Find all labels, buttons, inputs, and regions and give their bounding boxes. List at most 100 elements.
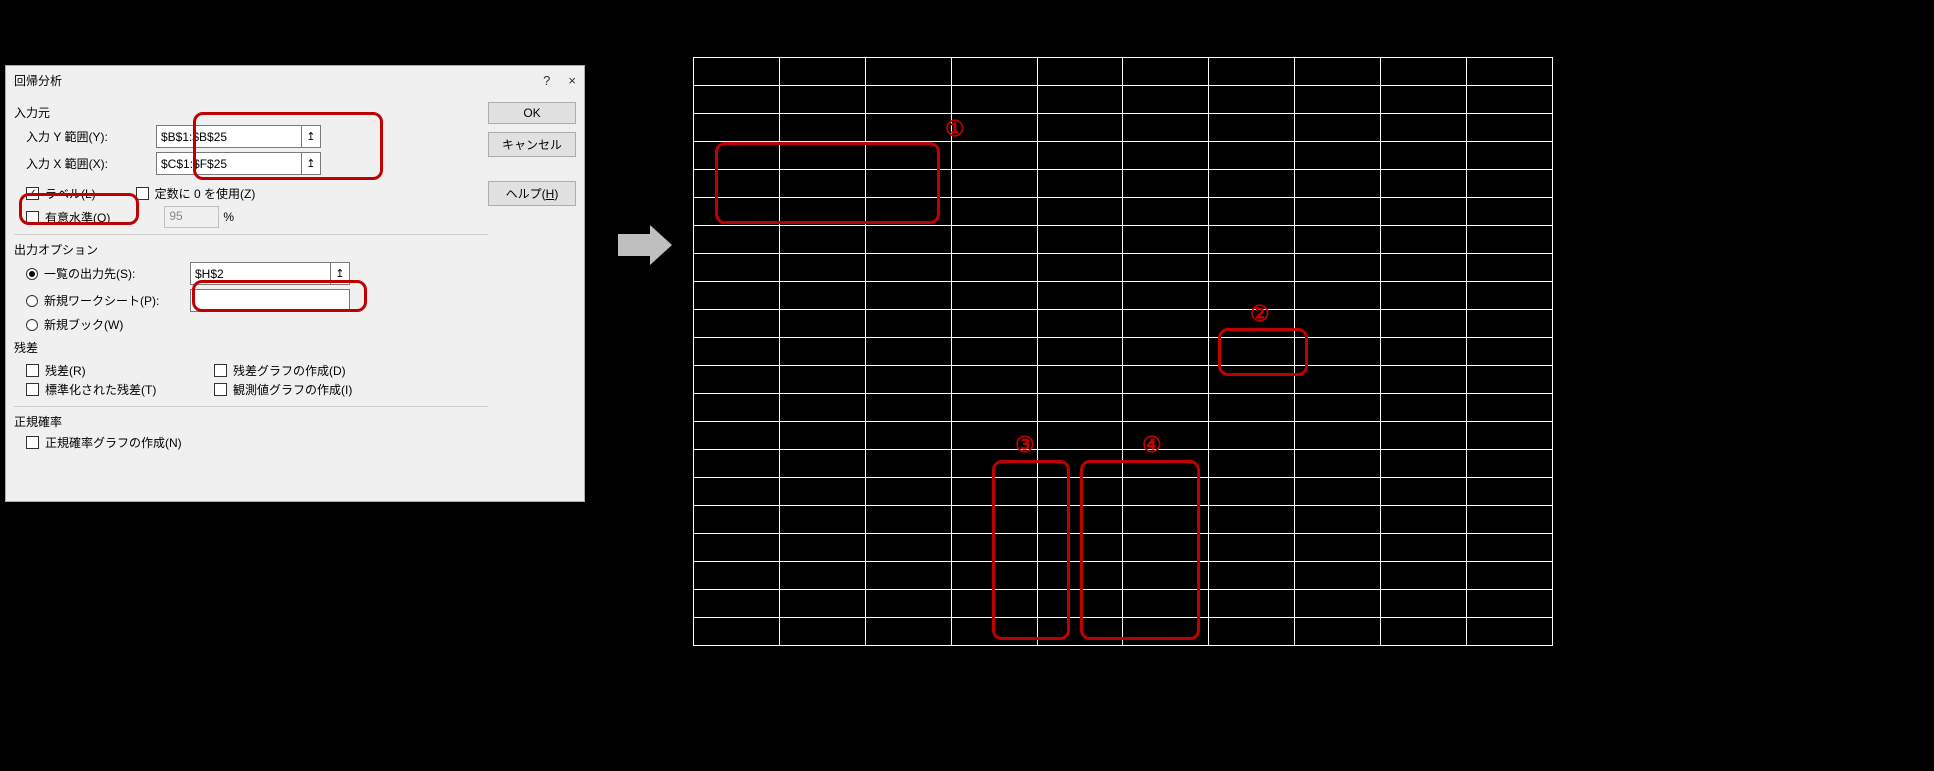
- grid-cell: [865, 282, 951, 310]
- output-range-input[interactable]: ↥: [190, 262, 350, 285]
- grid-cell: [779, 310, 865, 338]
- grid-cell: [865, 310, 951, 338]
- grid-cell: [1209, 450, 1295, 478]
- grid-cell: [1381, 226, 1467, 254]
- close-icon[interactable]: ×: [568, 73, 576, 88]
- grid-cell: [1209, 506, 1295, 534]
- grid-cell: [1467, 590, 1553, 618]
- grid-cell: [1467, 618, 1553, 646]
- grid-cell: [1381, 450, 1467, 478]
- grid-cell: [1209, 114, 1295, 142]
- grid-cell: [694, 310, 780, 338]
- new-ws-radio[interactable]: [26, 295, 38, 307]
- grid-cell: [1467, 86, 1553, 114]
- grid-cell: [951, 170, 1037, 198]
- grid-cell: [779, 170, 865, 198]
- grid-cell: [779, 618, 865, 646]
- grid-cell: [779, 198, 865, 226]
- grid-cell: [1467, 114, 1553, 142]
- grid-cell: [779, 282, 865, 310]
- grid-cell: [694, 534, 780, 562]
- new-wb-label: 新規ブック(W): [44, 316, 123, 333]
- y-range-field[interactable]: [157, 130, 301, 144]
- range-selector-icon[interactable]: ↥: [301, 126, 320, 147]
- grid-cell: [1037, 590, 1123, 618]
- grid-cell: [1123, 534, 1209, 562]
- grid-cell: [865, 254, 951, 282]
- grid-cell: [1381, 478, 1467, 506]
- resid-checkbox[interactable]: [26, 364, 39, 377]
- grid-cell: [1037, 282, 1123, 310]
- grid-cell: [1123, 422, 1209, 450]
- std-resid-checkbox[interactable]: [26, 383, 39, 396]
- grid-cell: [1209, 58, 1295, 86]
- output-range-field[interactable]: [191, 267, 330, 281]
- grid-cell: [1295, 114, 1381, 142]
- range-selector-icon[interactable]: ↥: [301, 153, 320, 174]
- grid-cell: [1209, 394, 1295, 422]
- grid-cell: [779, 338, 865, 366]
- x-range-field[interactable]: [157, 157, 301, 171]
- grid-cell: [1295, 338, 1381, 366]
- grid-cell: [779, 478, 865, 506]
- grid-cell: [694, 590, 780, 618]
- grid-cell: [865, 422, 951, 450]
- grid-cell: [1123, 506, 1209, 534]
- grid-cell: [1467, 310, 1553, 338]
- x-range-input[interactable]: ↥: [156, 152, 321, 175]
- grid-cell: [1295, 478, 1381, 506]
- np-plot-checkbox[interactable]: [26, 436, 39, 449]
- help-button[interactable]: ヘルプ(H): [488, 181, 576, 206]
- new-wb-radio[interactable]: [26, 319, 38, 331]
- grid-cell: [1123, 562, 1209, 590]
- grid-cell: [1295, 170, 1381, 198]
- grid-cell: [1123, 114, 1209, 142]
- ok-button[interactable]: OK: [488, 102, 576, 124]
- help-icon[interactable]: ?: [543, 73, 550, 88]
- callout-num-4: ④: [1142, 432, 1162, 458]
- grid-cell: [1037, 338, 1123, 366]
- resid-plot-checkbox[interactable]: [214, 364, 227, 377]
- signif-checkbox[interactable]: [26, 211, 39, 224]
- grid-cell: [1123, 170, 1209, 198]
- grid-cell: [951, 394, 1037, 422]
- y-range-input[interactable]: ↥: [156, 125, 321, 148]
- new-ws-input[interactable]: [190, 289, 350, 312]
- grid-cell: [779, 254, 865, 282]
- range-selector-icon[interactable]: ↥: [330, 263, 349, 284]
- std-resid-label: 標準化された残差(T): [45, 381, 156, 398]
- grid-cell: [1381, 590, 1467, 618]
- labels-checkbox[interactable]: ✓: [26, 187, 39, 200]
- const-zero-checkbox[interactable]: [136, 187, 149, 200]
- obs-plot-checkbox[interactable]: [214, 383, 227, 396]
- grid-cell: [1037, 450, 1123, 478]
- grid-cell: [1381, 394, 1467, 422]
- grid-cell: [951, 338, 1037, 366]
- grid-cell: [865, 506, 951, 534]
- residuals-label: 残差: [14, 339, 488, 356]
- grid-cell: [694, 282, 780, 310]
- grid-cell: [1381, 114, 1467, 142]
- grid-cell: [1037, 170, 1123, 198]
- grid-cell: [694, 198, 780, 226]
- grid-cell: [694, 58, 780, 86]
- grid-cell: [1123, 618, 1209, 646]
- grid-cell: [694, 618, 780, 646]
- grid-cell: [1037, 618, 1123, 646]
- cancel-button[interactable]: キャンセル: [488, 132, 576, 157]
- grid-cell: [1381, 562, 1467, 590]
- signif-value[interactable]: 95: [164, 206, 219, 228]
- grid-cell: [865, 226, 951, 254]
- grid-cell: [1209, 590, 1295, 618]
- grid-cell: [1295, 590, 1381, 618]
- grid-cell: [1467, 198, 1553, 226]
- grid-cell: [1209, 618, 1295, 646]
- grid-cell: [1295, 310, 1381, 338]
- grid-cell: [1467, 58, 1553, 86]
- grid-cell: [951, 86, 1037, 114]
- output-range-radio[interactable]: [26, 268, 38, 280]
- grid-cell: [1123, 282, 1209, 310]
- grid-cell: [865, 86, 951, 114]
- grid-cell: [1209, 86, 1295, 114]
- callout-num-2: ②: [1250, 301, 1270, 327]
